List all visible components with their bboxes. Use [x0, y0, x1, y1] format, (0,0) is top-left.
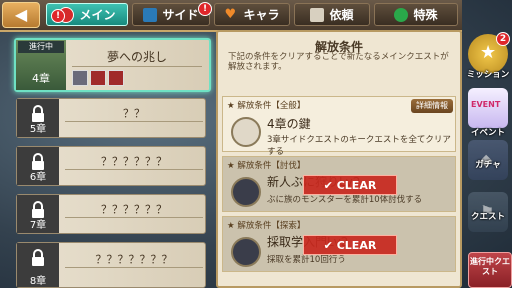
quest-item-locked[interactable]: 8章 ？？？？？？？ [16, 242, 206, 288]
clear-stamp-text: CLEAR [336, 178, 377, 192]
gather-icon [231, 237, 261, 267]
condition-header: ★ 解放条件【全般】 [227, 101, 306, 111]
unlock-conditions-panel: 解放条件 下記の条件をクリアすることで新たなるメインクエストが解放されます。 ★… [216, 30, 462, 288]
mission-badge: 2 [496, 32, 510, 46]
divider [65, 169, 203, 170]
monster-icon [231, 177, 261, 207]
condition-card: ★ 解放条件【探索】 採取学入門Lv2 採取を累計10回行う ✔ CLEAR [222, 216, 456, 272]
event-button[interactable]: EVENT [468, 88, 508, 128]
quest-title: ？？？？？？？ [95, 253, 173, 266]
condition-name: 4章の鍵 [267, 117, 311, 131]
back-button[interactable]: ◀ [2, 2, 40, 28]
condition-card: ★ 解放条件【全般】 詳細情報 4章の鍵 3章サイドクエストのキークエストを全て… [222, 96, 456, 157]
quest-item-locked[interactable]: 6章 ？？？？？？ [16, 146, 206, 186]
tab-chara[interactable]: ♥ キャラ [214, 3, 290, 26]
divider [72, 66, 202, 67]
medal-icon: ★ [480, 42, 497, 63]
tab-special[interactable]: 特殊 [374, 3, 458, 26]
gacha-label: ガチャ [475, 160, 501, 170]
tab-request[interactable]: 依頼 [294, 3, 370, 26]
quest-title: ？？？？？？ [101, 203, 167, 216]
chapter-label: 5章 [29, 124, 47, 135]
clear-stamp-text: CLEAR [336, 238, 377, 252]
condition-detail: 3章サイドクエストのキークエストを全てクリアする [267, 135, 451, 157]
chapter-label: 8章 [29, 276, 47, 287]
event-label: イベント [470, 128, 505, 138]
tab-main-badge: ! [51, 9, 65, 23]
condition-header-text: 解放条件【討伐】 [237, 161, 306, 171]
quest-item-active[interactable]: 進行中 4章 夢への兆し [14, 38, 211, 92]
mission-label: ミッション [466, 70, 510, 80]
lock-icon [32, 249, 44, 266]
chapter-label: 6章 [29, 172, 47, 183]
divider [65, 121, 203, 122]
key-icon [231, 117, 261, 147]
condition-header-text: 解放条件【探索】 [237, 221, 306, 231]
divider [65, 267, 203, 268]
event-icon: EVENT [471, 100, 501, 109]
back-arrow-icon: ◀ [14, 5, 28, 24]
clear-stamp: ✔ CLEAR [303, 175, 397, 195]
request-icon [310, 7, 325, 22]
chapter-label: 7章 [29, 220, 47, 231]
panel-description: 下記の条件をクリアすることで新たなるメインクエストが解放されます。 [228, 52, 449, 72]
clear-stamp: ✔ CLEAR [303, 235, 397, 255]
ongoing-quest-label: 進行中クエスト [470, 257, 510, 276]
tab-side-label: サイド [162, 8, 199, 22]
chapter-label: 4章 [32, 72, 50, 85]
tab-special-label: 特殊 [413, 8, 438, 22]
condition-header: ★ 解放条件【討伐】 [227, 161, 306, 171]
ongoing-quest-button[interactable]: 進行中クエスト [468, 252, 512, 288]
reward-icon [108, 70, 124, 86]
quest-title: ？？？？？？ [101, 155, 167, 168]
special-icon [394, 7, 409, 22]
divider [65, 217, 203, 218]
tab-side-badge: ! [198, 2, 212, 16]
condition-card: ★ 解放条件【討伐】 新人ぶに狩りLv2 ぶに族のモンスターを累計10体討伐する… [222, 156, 456, 212]
condition-header: ★ 解放条件【探索】 [227, 221, 306, 231]
reward-icon [90, 70, 106, 86]
status-badge: 進行中 [18, 41, 64, 53]
heart-icon: ♥ [224, 6, 237, 22]
quest-title: 夢への兆し [106, 50, 167, 64]
quest-item-locked[interactable]: 5章 ？？ [16, 98, 206, 138]
detail-info-button[interactable]: 詳細情報 [411, 99, 453, 113]
quest-item-locked[interactable]: 7章 ？？？？？？ [16, 194, 206, 234]
quest-label: クエスト [470, 212, 505, 222]
quest-title: ？？ [123, 107, 145, 120]
tab-main-label: メイン [79, 8, 116, 22]
tab-chara-label: キャラ [243, 8, 280, 22]
side-quest-icon [143, 7, 158, 22]
reward-icon [72, 70, 88, 86]
condition-header-text: 解放条件【全般】 [237, 101, 306, 111]
tab-request-label: 依頼 [329, 8, 354, 22]
